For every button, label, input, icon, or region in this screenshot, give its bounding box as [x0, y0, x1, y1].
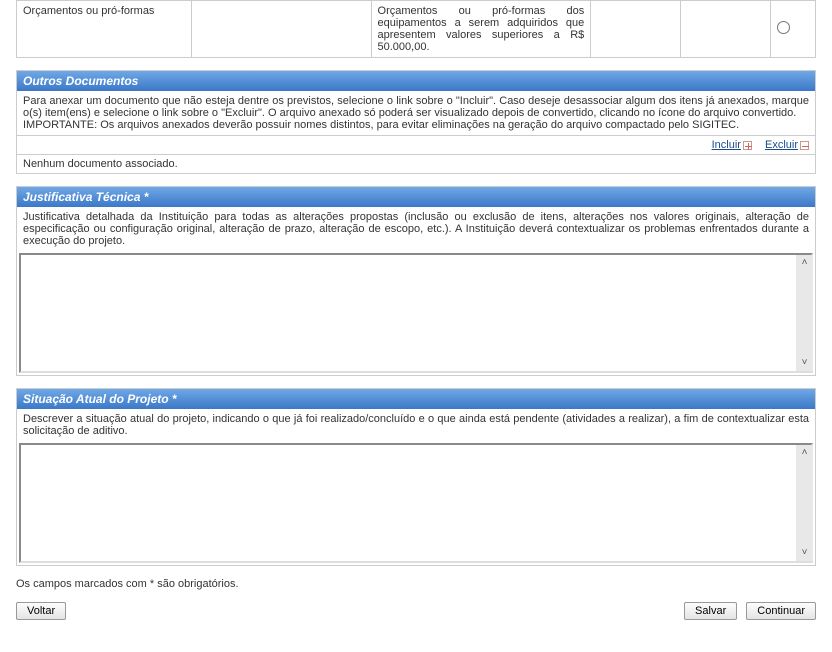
row-label: Orçamentos ou pró-formas	[17, 1, 192, 58]
salvar-button[interactable]: Salvar	[684, 602, 737, 620]
row-select-cell	[770, 1, 815, 58]
plus-icon	[743, 141, 752, 150]
outros-doc-important: IMPORTANTE: Os arquivos anexados deverão…	[23, 119, 739, 131]
minus-icon	[800, 141, 809, 150]
documents-table: Orçamentos ou pró-formas Orçamentos ou p…	[16, 0, 816, 58]
justificativa-textarea[interactable]	[19, 253, 813, 373]
incluir-link[interactable]: Incluir	[712, 139, 752, 151]
empty-docs-msg: Nenhum documento associado.	[17, 155, 815, 173]
situacao-textarea[interactable]	[19, 443, 813, 563]
justificativa-section: Justificativa Técnica * Justificativa de…	[16, 186, 816, 376]
table-row: Orçamentos ou pró-formas Orçamentos ou p…	[17, 1, 816, 58]
continuar-button[interactable]: Continuar	[746, 602, 816, 620]
links-row: Incluir Excluir	[17, 135, 815, 155]
outros-doc-text: Para anexar um documento que não esteja …	[23, 95, 809, 119]
row-desc: Orçamentos ou pró-formas dos equipamento…	[371, 1, 591, 58]
row-select-radio[interactable]	[777, 21, 790, 34]
section-header-situacao: Situação Atual do Projeto *	[17, 389, 815, 409]
outros-documentos-section: Outros Documentos Para anexar um documen…	[16, 70, 816, 174]
situacao-body: Descrever a situação atual do projeto, i…	[17, 409, 815, 441]
section-header-outros: Outros Documentos	[17, 71, 815, 91]
excluir-link[interactable]: Excluir	[765, 139, 809, 151]
voltar-button[interactable]: Voltar	[16, 602, 66, 620]
situacao-section: Situação Atual do Projeto * Descrever a …	[16, 388, 816, 566]
button-row: Voltar Salvar Continuar	[16, 602, 816, 620]
row-cell-empty	[591, 1, 681, 58]
row-cell-empty	[681, 1, 771, 58]
outros-documentos-body: Para anexar um documento que não esteja …	[17, 91, 815, 135]
section-header-justificativa: Justificativa Técnica *	[17, 187, 815, 207]
row-cell-empty	[191, 1, 371, 58]
required-note: Os campos marcados com * são obrigatório…	[16, 578, 816, 590]
justificativa-body: Justificativa detalhada da Instituição p…	[17, 207, 815, 251]
